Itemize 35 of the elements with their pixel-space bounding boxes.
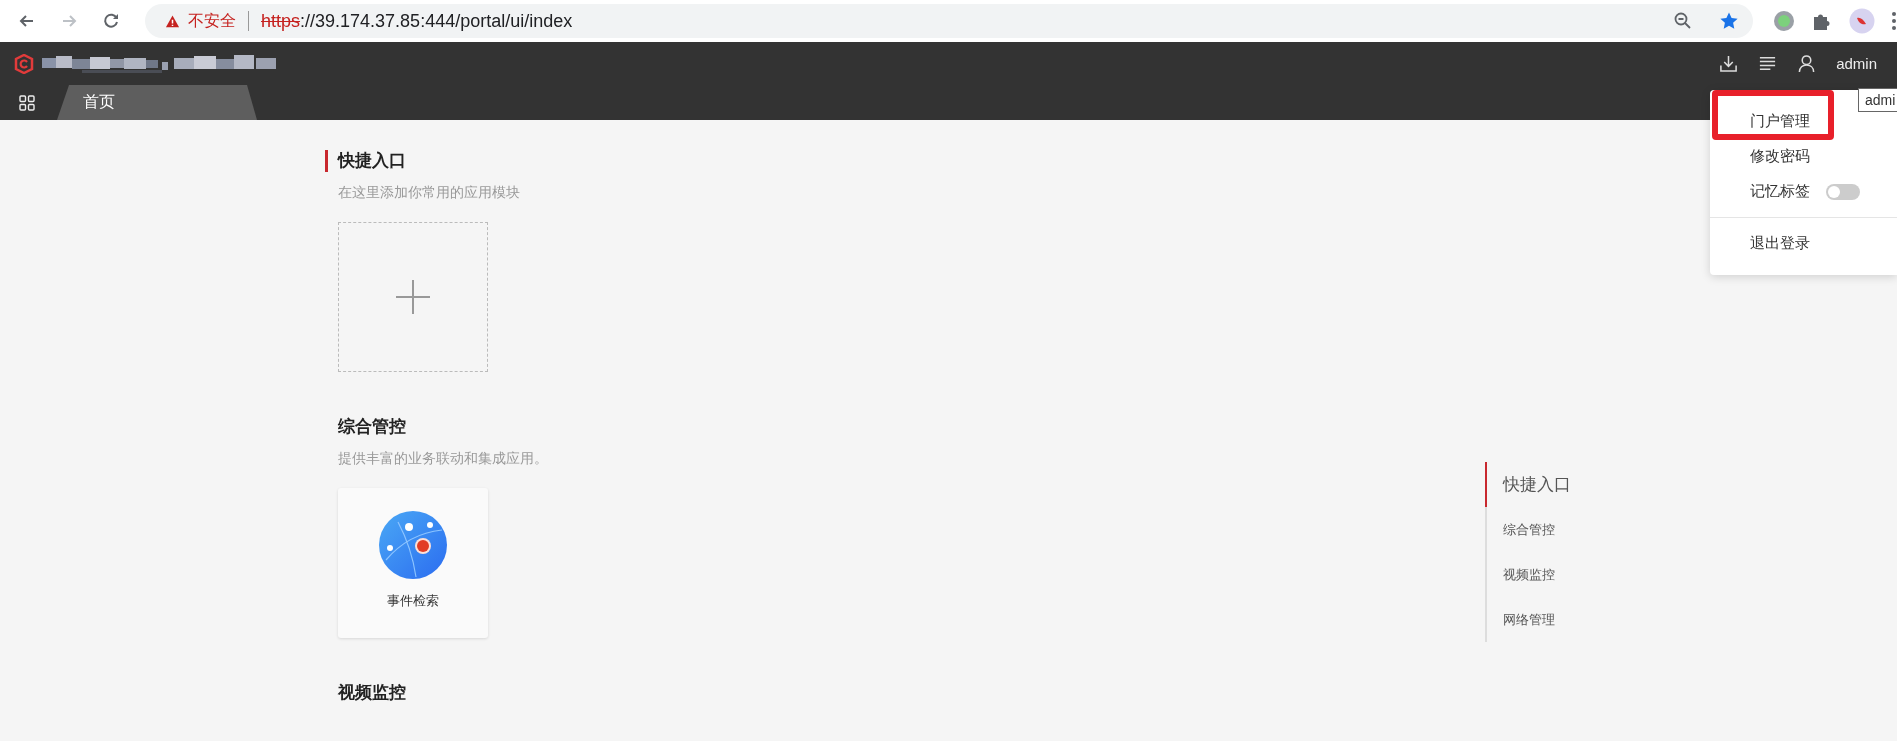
star-icon[interactable] [1719, 11, 1739, 31]
menu-icon[interactable] [1891, 10, 1897, 32]
anchor-link[interactable]: 视频监控 [1485, 552, 1687, 597]
globe-icon [378, 510, 448, 580]
app-card[interactable]: 事件检索 [338, 488, 488, 638]
section-description: 在这里添加你常用的应用模块 [338, 184, 521, 202]
username[interactable]: admin [1836, 55, 1877, 72]
download-icon[interactable] [1719, 54, 1739, 73]
anchor-link[interactable]: 快捷入口 [1485, 462, 1687, 507]
section-title: 视频监控 [337, 682, 407, 704]
plus-icon [395, 279, 431, 315]
user-icon[interactable] [1797, 54, 1817, 73]
toggle-switch[interactable] [1826, 183, 1860, 200]
logo-icon [14, 53, 34, 74]
url-text: https://39.174.37.85:444/portal/ui/index [261, 10, 573, 32]
menu-item[interactable]: 退出登录 [1750, 234, 1810, 253]
anchor-link[interactable]: 网络管理 [1485, 597, 1687, 642]
menu-item[interactable]: 门户管理 [1750, 112, 1810, 131]
section-title: 快捷入口 [325, 150, 1485, 172]
tooltip: admi [1858, 88, 1897, 112]
extension-icon[interactable] [1773, 10, 1795, 32]
home-tab[interactable]: 首页 [57, 85, 257, 120]
list-icon[interactable] [1758, 54, 1778, 73]
section-description: 提供丰富的业务联动和集成应用。 [338, 450, 549, 468]
avatar-icon[interactable] [1849, 8, 1875, 34]
address-bar[interactable]: 不安全 https://39.174.37.85:444/portal/ui/index [145, 4, 1753, 38]
app-grid-icon[interactable] [19, 94, 35, 111]
zoom-out-icon[interactable] [1673, 11, 1693, 31]
warning-icon [165, 13, 180, 29]
add-module-tile[interactable] [338, 222, 488, 372]
section-title: 综合管控 [337, 416, 407, 438]
anchor-link[interactable]: 综合管控 [1485, 507, 1687, 552]
menu-item[interactable]: 修改密码 [1750, 147, 1810, 166]
reload-icon[interactable] [101, 11, 121, 31]
security-label: 不安全 [188, 10, 236, 31]
